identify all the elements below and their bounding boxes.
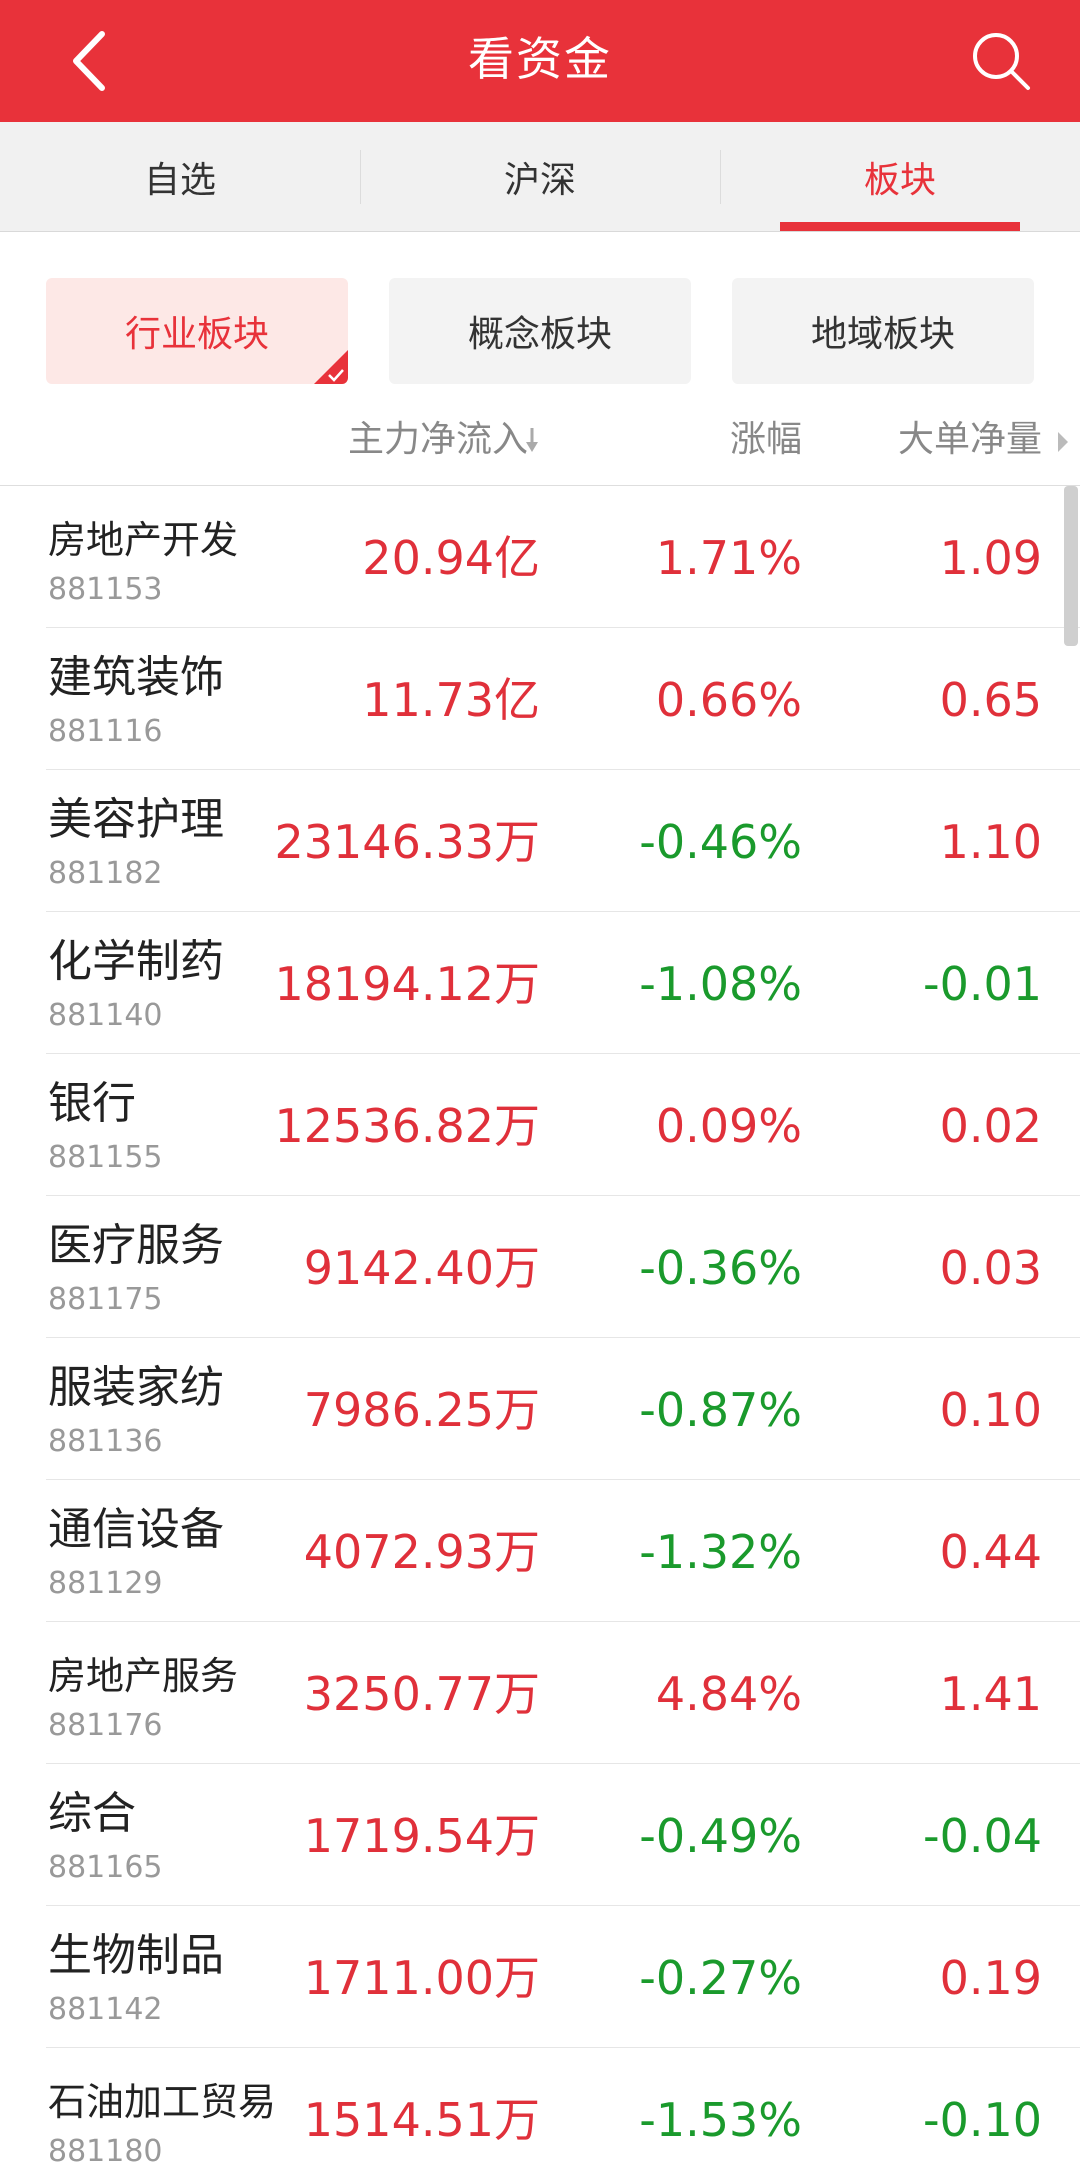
table-row[interactable]: 服装家纺 881136 7986.25万 -0.87% 0.10 [0,1338,1080,1480]
change-value: -0.36% [639,1241,802,1295]
net-inflow-value: 23146.33万 [274,815,541,869]
sector-code: 881140 [48,998,163,1033]
net-inflow-value: 1514.51万 [303,2093,540,2147]
sector-code: 881153 [48,572,163,607]
change-value: -1.32% [639,1525,802,1579]
app-header: 看资金 [0,0,1080,122]
change-value: -0.27% [639,1951,802,2005]
check-icon [328,369,344,382]
big-order-value: 0.19 [939,1951,1042,2005]
net-inflow-value: 20.94亿 [362,531,540,585]
table-row[interactable]: 综合 881165 1719.54万 -0.49% -0.04 [0,1764,1080,1906]
sector-name: 美容护理 [48,794,224,845]
big-order-value: 0.44 [939,1525,1042,1579]
segment-label: 行业板块 [124,314,269,355]
segment-region[interactable]: 地域板块 [732,278,1034,384]
change-value: 0.66% [655,673,802,727]
table-row[interactable]: 石油加工贸易 881180 1514.51万 -1.53% -0.10 [0,2048,1080,2169]
net-inflow-value: 7986.25万 [303,1383,540,1437]
change-value: -1.53% [639,2093,802,2147]
big-order-value: 0.02 [939,1099,1042,1153]
net-inflow-value: 11.73亿 [362,673,540,727]
sector-code: 881129 [48,1566,163,1601]
sector-name: 医疗服务 [48,1220,224,1271]
change-value: -0.49% [639,1809,802,1863]
net-inflow-value: 18194.12万 [274,957,541,1011]
segment-label: 概念板块 [467,314,612,355]
big-order-value: 0.03 [939,1241,1042,1295]
change-value: -1.08% [639,957,802,1011]
table-row[interactable]: 房地产开发 881153 20.94亿 1.71% 1.09 [0,486,1080,628]
net-inflow-value: 9142.40万 [303,1241,540,1295]
sector-name: 银行 [48,1078,136,1129]
top-tabs: 自选 沪深 板块 [0,122,1080,232]
sector-code: 881176 [48,1708,163,1743]
tab-label: 板块 [863,159,936,201]
net-inflow-value: 3250.77万 [303,1667,540,1721]
sort-desc-icon [526,428,538,452]
table-header: 主力净流入 涨幅 大单净量 [0,400,1080,486]
page-title: 看资金 [468,32,612,86]
sector-name: 生物制品 [48,1930,224,1981]
scroll-right-icon[interactable] [1058,432,1068,452]
sector-name: 服装家纺 [48,1362,224,1413]
big-order-value: 1.41 [939,1667,1042,1721]
column-header-net-inflow[interactable]: 主力净流入 [348,410,528,470]
column-header-change[interactable]: 涨幅 [730,410,802,470]
big-order-value: -0.01 [922,957,1042,1011]
net-inflow-value: 4072.93万 [303,1525,540,1579]
sector-code: 881155 [48,1140,163,1175]
sector-code: 881180 [48,2134,163,2169]
table-row[interactable]: 通信设备 881129 4072.93万 -1.32% 0.44 [0,1480,1080,1622]
table-row[interactable]: 银行 881155 12536.82万 0.09% 0.02 [0,1054,1080,1196]
table-row[interactable]: 美容护理 881182 23146.33万 -0.46% 1.10 [0,770,1080,912]
change-value: 0.09% [655,1099,802,1153]
sector-list: 房地产开发 881153 20.94亿 1.71% 1.09 建筑装饰 881116 11.7… [0,486,1080,2169]
big-order-value: 1.10 [939,815,1042,869]
change-value: 1.71% [655,531,802,585]
table-row[interactable]: 生物制品 881142 1711.00万 -0.27% 0.19 [0,1906,1080,2048]
big-order-value: 1.09 [939,531,1042,585]
sector-name: 石油加工贸易 [48,2080,277,2124]
segment-industry[interactable]: 行业板块 [46,278,348,384]
big-order-value: 0.65 [939,673,1042,727]
sector-code: 881142 [48,1992,163,2027]
sector-type-segments: 行业板块 概念板块 地域板块 [46,278,1034,384]
column-header-big-order[interactable]: 大单净量 [898,410,1042,470]
big-order-value: -0.04 [922,1809,1042,1863]
table-row[interactable]: 医疗服务 881175 9142.40万 -0.36% 0.03 [0,1196,1080,1338]
big-order-value: -0.10 [922,2093,1042,2147]
net-inflow-value: 1711.00万 [303,1951,540,2005]
sector-code: 881136 [48,1424,163,1459]
active-tab-indicator [780,222,1020,231]
big-order-value: 0.10 [939,1383,1042,1437]
change-value: -0.46% [639,815,802,869]
tab-sectors[interactable]: 板块 [720,122,1080,231]
net-inflow-value: 12536.82万 [274,1099,541,1153]
table-row[interactable]: 房地产服务 881176 3250.77万 4.84% 1.41 [0,1622,1080,1764]
sector-code: 881116 [48,714,163,749]
table-row[interactable]: 建筑装饰 881116 11.73亿 0.66% 0.65 [0,628,1080,770]
sector-code: 881175 [48,1282,163,1317]
segment-concept[interactable]: 概念板块 [389,278,691,384]
sector-name: 化学制药 [48,936,224,987]
table-row[interactable]: 化学制药 881140 18194.12万 -1.08% -0.01 [0,912,1080,1054]
sector-name: 房地产开发 [48,518,239,562]
net-inflow-value: 1719.54万 [303,1809,540,1863]
sector-code: 881182 [48,856,163,891]
tab-label: 沪深 [503,159,576,201]
sector-name: 房地产服务 [48,1654,239,1698]
tab-shanghai-shenzhen[interactable]: 沪深 [360,122,720,231]
sector-name: 综合 [48,1788,136,1839]
tab-watchlist[interactable]: 自选 [0,122,360,231]
scrollbar[interactable] [1064,486,1078,646]
search-icon[interactable] [966,26,1036,96]
sector-code: 881165 [48,1850,163,1885]
tab-label: 自选 [143,159,216,201]
change-value: -0.87% [639,1383,802,1437]
sector-name: 通信设备 [48,1504,224,1555]
sector-name: 建筑装饰 [48,652,224,703]
segment-label: 地域板块 [810,314,955,355]
change-value: 4.84% [655,1667,802,1721]
